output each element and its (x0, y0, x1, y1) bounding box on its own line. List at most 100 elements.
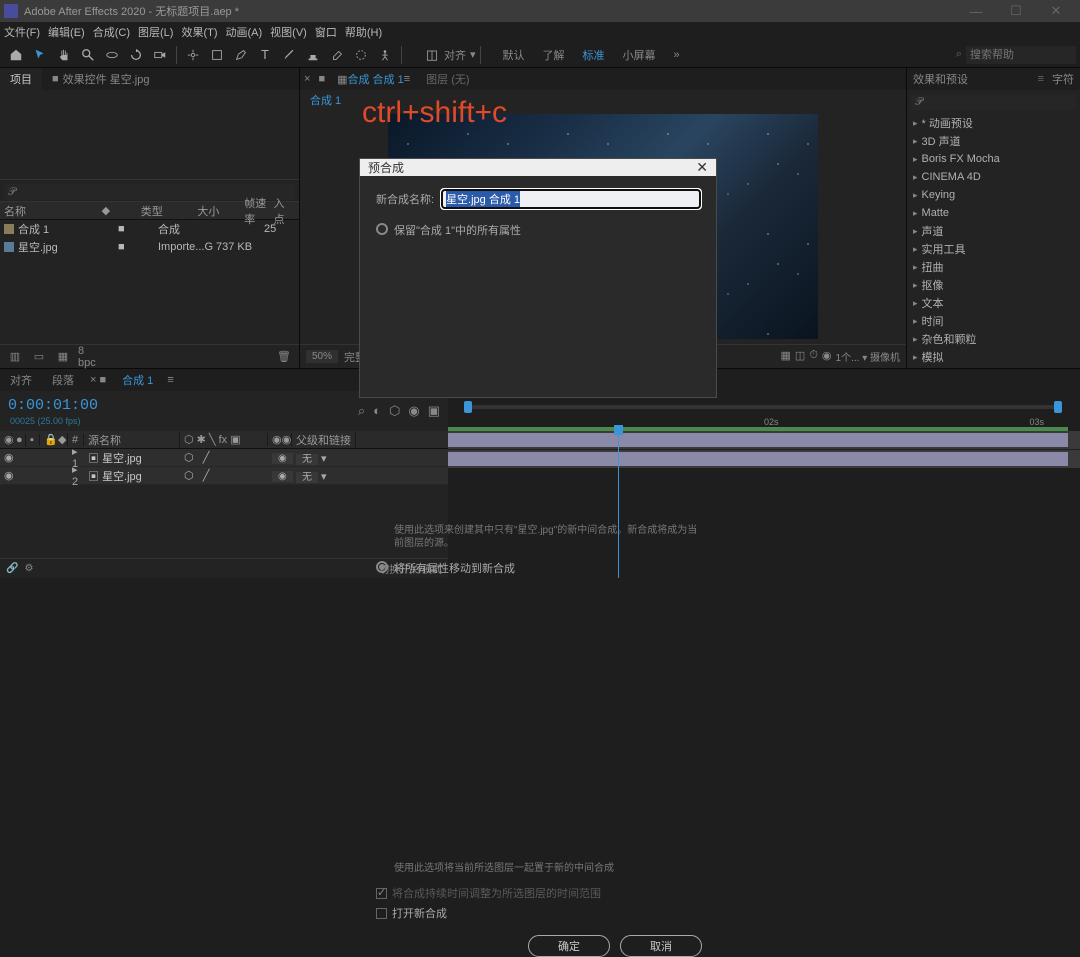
visibility-toggle[interactable]: ◉ (0, 469, 12, 482)
effects-category[interactable]: ▸3D 声道 (907, 132, 1080, 150)
bone-icon[interactable]: ⚙ (24, 563, 33, 574)
zoom-tool-icon[interactable] (78, 45, 98, 65)
snap-icon[interactable]: ◫ (422, 45, 442, 65)
workspace-standard[interactable]: 标准 (583, 47, 605, 63)
effects-category[interactable]: ▸Boris FX Mocha (907, 150, 1080, 168)
option-move-attributes-radio[interactable] (376, 561, 388, 573)
effects-category[interactable]: ▸声道 (907, 222, 1080, 240)
eraser-tool-icon[interactable] (327, 45, 347, 65)
project-item[interactable]: 合成 1 ■ 合成 25 (0, 220, 299, 238)
workspace-small[interactable]: 小屏幕 (623, 47, 656, 63)
effects-category[interactable]: ▸杂色和颗粒 (907, 330, 1080, 348)
effect-controls-tab[interactable]: ■效果控件 星空.jpg (42, 68, 159, 90)
effects-category[interactable]: ▸实用工具 (907, 240, 1080, 258)
anchor-tool-icon[interactable] (183, 45, 203, 65)
col-size[interactable]: 大小 (197, 203, 244, 219)
timecode[interactable]: 0:00:01:00 (8, 397, 98, 414)
project-item[interactable]: 星空.jpg ■ Importe...G 737 KB (0, 238, 299, 256)
maximize-button[interactable]: ☐ (996, 3, 1036, 19)
rotate-tool-icon[interactable] (126, 45, 146, 65)
dialog-close-icon[interactable]: ✕ (696, 159, 708, 176)
effects-category[interactable]: ▸文本 (907, 294, 1080, 312)
camera-tool-icon[interactable] (150, 45, 170, 65)
snap-label: 对齐 (444, 47, 466, 63)
effects-category[interactable]: ▸* 动画预设 (907, 114, 1080, 132)
effects-search-input[interactable] (911, 94, 1076, 110)
menu-layer[interactable]: 图层(L) (138, 24, 173, 40)
col-source[interactable]: 源名称 (84, 432, 180, 448)
text-tool-icon[interactable]: T (255, 45, 275, 65)
zoom-dropdown[interactable]: 50% (306, 350, 338, 363)
camera-icon[interactable]: ◉ (822, 349, 832, 364)
puppet-tool-icon[interactable] (375, 45, 395, 65)
workspace-default[interactable]: 默认 (503, 47, 525, 63)
menu-file[interactable]: 文件(F) (4, 24, 40, 40)
menu-view[interactable]: 视图(V) (270, 24, 307, 40)
col-parent[interactable]: 父级和链接 (292, 432, 356, 448)
new-comp-name-input[interactable] (442, 190, 700, 208)
effects-category[interactable]: ▸模糊和锐化 (907, 366, 1080, 368)
framerate-label: 00025 (25.00 fps) (10, 416, 98, 426)
menu-effect[interactable]: 效果(T) (181, 24, 217, 40)
orbit-tool-icon[interactable] (102, 45, 122, 65)
effects-category[interactable]: ▸时间 (907, 312, 1080, 330)
visibility-toggle[interactable]: ◉ (0, 451, 12, 464)
trash-icon[interactable]: 🗑 (275, 349, 293, 365)
help-search-input[interactable] (966, 46, 1076, 64)
brush-tool-icon[interactable] (279, 45, 299, 65)
effects-category[interactable]: ▸扭曲 (907, 258, 1080, 276)
menu-window[interactable]: 窗口 (315, 24, 337, 40)
tl-tab-comp[interactable]: 合成 1 (112, 372, 163, 388)
close-button[interactable]: ✕ (1036, 3, 1076, 19)
effects-category[interactable]: ▸CINEMA 4D (907, 168, 1080, 186)
time-icon[interactable]: ⏱ (809, 349, 818, 364)
camera-dropdown[interactable]: 1个... ▾ 摄像机 (836, 349, 900, 364)
workspace-more[interactable]: » (674, 49, 680, 61)
minimize-button[interactable]: — (956, 4, 996, 19)
option-leave-attributes-radio[interactable] (376, 223, 388, 235)
project-tab[interactable]: 项目 (0, 68, 42, 90)
tl-tab-align[interactable]: 对齐 (0, 372, 42, 388)
shape-tool-icon[interactable] (207, 45, 227, 65)
menu-animation[interactable]: 动画(A) (226, 24, 263, 40)
cancel-button[interactable]: 取消 (620, 935, 702, 957)
home-icon[interactable] (6, 45, 26, 65)
bin-icon[interactable]: ▥ (6, 349, 24, 365)
character-tab[interactable]: 字符 (1052, 71, 1074, 87)
ok-button[interactable]: 确定 (528, 935, 610, 957)
overlay-shortcut-text: ctrl+shift+c (362, 96, 507, 130)
bpc-label[interactable]: 8 bpc (78, 349, 96, 365)
mask-icon[interactable]: ◫ (795, 349, 805, 364)
link-icon[interactable]: 🔗 (6, 563, 18, 574)
stamp-tool-icon[interactable] (303, 45, 323, 65)
menu-help[interactable]: 帮助(H) (345, 24, 382, 40)
effects-category[interactable]: ▸Matte (907, 204, 1080, 222)
effects-category[interactable]: ▸模拟 (907, 348, 1080, 366)
settings-icon[interactable]: ▦ (54, 349, 72, 365)
menu-composition[interactable]: 合成(C) (93, 24, 130, 40)
workspace-learn[interactable]: 了解 (543, 47, 565, 63)
effects-tab[interactable]: 效果和预设 (913, 71, 968, 87)
open-new-comp-checkbox[interactable] (376, 908, 387, 919)
titlebar: Adobe After Effects 2020 - 无标题项目.aep * —… (0, 0, 1080, 22)
window-title: Adobe After Effects 2020 - 无标题项目.aep * (24, 3, 956, 19)
app-icon (4, 4, 18, 18)
project-columns: 名称 ◆ 类型 大小 帧速率 入点 (0, 202, 299, 220)
effects-category[interactable]: ▸抠像 (907, 276, 1080, 294)
roto-tool-icon[interactable] (351, 45, 371, 65)
adjust-duration-checkbox[interactable] (376, 888, 387, 899)
col-type[interactable]: 类型 (141, 203, 198, 219)
col-name[interactable]: 名称 (4, 203, 102, 219)
effects-category[interactable]: ▸Keying (907, 186, 1080, 204)
comp-tab[interactable]: ▦ 合成 合成 1 ≡ (329, 68, 418, 90)
hand-tool-icon[interactable] (54, 45, 74, 65)
project-panel: 项目 ■效果控件 星空.jpg 名称 ◆ 类型 大小 帧速率 入点 合成 1 ■… (0, 68, 300, 368)
grid-icon[interactable]: ▦ (781, 349, 791, 364)
pen-tool-icon[interactable] (231, 45, 251, 65)
menu-edit[interactable]: 编辑(E) (48, 24, 85, 40)
precompose-dialog: 预合成 ✕ 新合成名称: 保留"合成 1"中的所有属性 使用此选项来创建其中只有… (359, 158, 717, 398)
selection-tool-icon[interactable] (30, 45, 50, 65)
folder-icon[interactable]: ▭ (30, 349, 48, 365)
layer-tab[interactable]: 图层 (无) (418, 68, 477, 90)
tl-tab-paragraph[interactable]: 段落 (42, 372, 84, 388)
